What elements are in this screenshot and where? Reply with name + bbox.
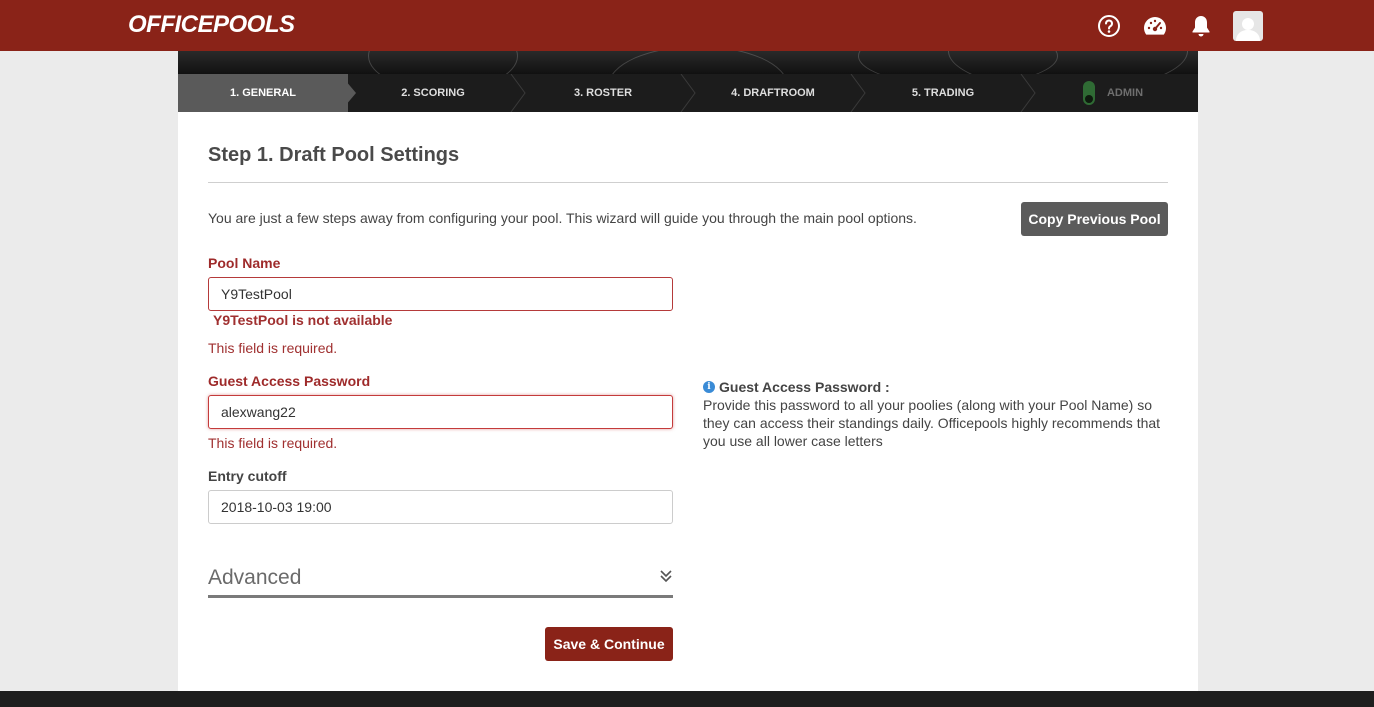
pool-name-input[interactable]: [208, 277, 673, 311]
step-divider: [510, 74, 526, 112]
step-divider: [340, 74, 356, 112]
step-label: ADMIN: [1106, 87, 1144, 99]
entry-cutoff-label: Entry cutoff: [208, 468, 287, 484]
guest-password-required-error: This field is required.: [208, 435, 338, 451]
step-label: 5. TRADING: [911, 87, 975, 99]
advanced-section-toggle[interactable]: Advanced: [208, 564, 673, 598]
help-title: Guest Access Password :: [719, 379, 890, 395]
title-divider: [208, 182, 1168, 183]
guest-password-help: i Guest Access Password : Provide this p…: [703, 378, 1173, 450]
help-icon[interactable]: [1095, 12, 1123, 40]
step-admin[interactable]: ADMIN: [1028, 74, 1198, 112]
top-icons: [1077, 11, 1263, 41]
step-trading[interactable]: 5. TRADING: [858, 74, 1036, 112]
info-icon: i: [703, 381, 715, 393]
step-divider: [680, 74, 696, 112]
dashboard-icon[interactable]: [1141, 12, 1169, 40]
wizard-steps: 1. GENERAL 2. SCORING 3. ROSTER 4. DRAFT…: [178, 74, 1198, 112]
avatar-icon[interactable]: [1233, 11, 1263, 41]
pool-name-label: Pool Name: [208, 255, 281, 271]
step-divider: [1020, 74, 1036, 112]
help-heading: i Guest Access Password :: [703, 378, 1173, 396]
page-footer: [0, 691, 1374, 707]
page-title: Step 1. Draft Pool Settings: [208, 144, 460, 166]
pool-name-required-error: This field is required.: [208, 340, 338, 356]
pool-name-availability-error: Y9TestPool is not available: [213, 312, 393, 328]
step-label: 3. ROSTER: [573, 87, 633, 99]
step-roster[interactable]: 3. ROSTER: [518, 74, 696, 112]
top-navbar: OFFICEPOOLS: [0, 0, 1374, 51]
officepools-logo[interactable]: OFFICEPOOLS: [128, 11, 295, 39]
step-label: 2. SCORING: [401, 87, 465, 99]
copy-previous-pool-button[interactable]: Copy Previous Pool: [1021, 202, 1168, 236]
step-scoring[interactable]: 2. SCORING: [348, 74, 526, 112]
guest-password-input[interactable]: [208, 395, 673, 429]
double-chevron-down-icon: [660, 570, 672, 583]
advanced-label: Advanced: [208, 566, 302, 589]
admin-toggle[interactable]: [1082, 81, 1095, 105]
help-body: Provide this password to all your poolie…: [703, 397, 1161, 449]
step-divider: [850, 74, 866, 112]
bell-icon[interactable]: [1187, 12, 1215, 40]
step-label: 1. GENERAL: [229, 87, 296, 99]
header-banner-image: [178, 51, 1198, 74]
step-draftroom[interactable]: 4. DRAFTROOM: [688, 74, 866, 112]
guest-password-label: Guest Access Password: [208, 373, 371, 389]
save-continue-button[interactable]: Save & Continue: [545, 627, 673, 661]
step-label: 4. DRAFTROOM: [731, 87, 815, 99]
entry-cutoff-input[interactable]: [208, 490, 673, 524]
settings-card: Step 1. Draft Pool Settings You are just…: [178, 112, 1198, 691]
intro-text: You are just a few steps away from confi…: [208, 210, 917, 226]
step-general[interactable]: 1. GENERAL: [178, 74, 356, 112]
